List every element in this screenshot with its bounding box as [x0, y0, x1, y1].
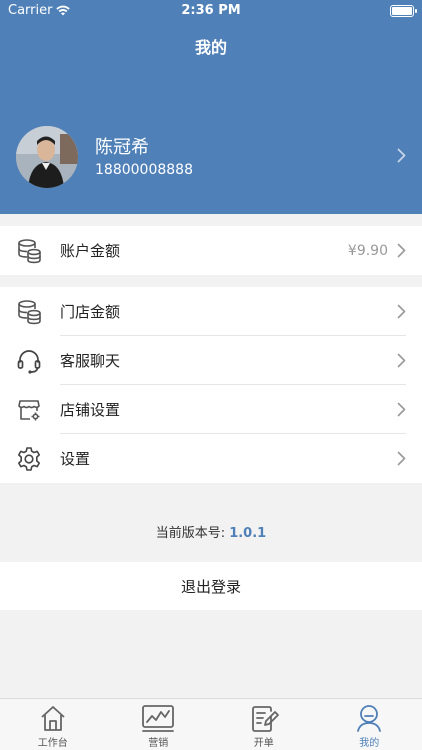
user-name: 陈冠希 [95, 137, 149, 158]
menu-item-label: 店铺设置 [60, 401, 121, 419]
logout-button[interactable]: 退出登录 [0, 562, 422, 610]
chevron-right-icon [397, 304, 406, 319]
profile-header: Carrier 2:36 PM 我的 陈冠希 18800008888 [0, 0, 422, 214]
version-info: 当前版本号: 1.0.1 [0, 522, 422, 541]
tab-label: 我的 [359, 738, 380, 749]
chevron-right-icon [397, 353, 406, 368]
home-icon [41, 706, 65, 731]
edit-note-icon [251, 706, 279, 732]
status-bar: Carrier 2:36 PM [0, 0, 422, 22]
tab-workbench[interactable]: 工作台 [0, 699, 106, 750]
menu-item-label: 客服聊天 [60, 352, 121, 370]
account-card: 账户金额 ¥9.90 [0, 226, 422, 275]
account-balance-row[interactable]: 账户金额 ¥9.90 [0, 226, 422, 275]
gear-icon [18, 447, 40, 471]
battery-icon [390, 5, 417, 17]
version-label: 当前版本号: [155, 526, 226, 541]
version-number: 1.0.1 [229, 526, 267, 541]
chevron-right-icon [397, 451, 406, 466]
menu-item-store-settings[interactable]: 店铺设置 [0, 385, 422, 434]
user-icon [357, 705, 382, 732]
tab-label: 工作台 [37, 738, 68, 749]
headset-icon [17, 350, 41, 374]
menu-card: 门店金额 客服聊天 店铺设置 设置 [0, 287, 422, 483]
chevron-right-icon [397, 402, 406, 417]
user-phone: 18800008888 [95, 162, 193, 178]
menu-item-store-balance[interactable]: 门店金额 [0, 287, 422, 336]
menu-item-customer-chat[interactable]: 客服聊天 [0, 336, 422, 385]
store-settings-icon [18, 400, 40, 421]
account-balance-value: ¥9.90 [347, 242, 388, 259]
page-title: 我的 [194, 38, 227, 57]
tab-label: 营销 [148, 738, 169, 749]
account-balance-label: 账户金额 [60, 242, 121, 260]
database-icon [18, 300, 41, 325]
menu-item-label: 设置 [60, 450, 91, 468]
menu-item-settings[interactable]: 设置 [0, 434, 422, 483]
tab-marketing[interactable]: 营销 [106, 699, 212, 750]
chevron-right-icon [397, 243, 406, 258]
status-time: 2:36 PM [181, 3, 241, 18]
tab-label: 开单 [253, 738, 274, 749]
database-icon [18, 239, 41, 264]
tab-bar: 工作台 营销 开单 我的 [0, 698, 422, 750]
avatar[interactable] [16, 126, 78, 188]
profile-card[interactable]: 陈冠希 18800008888 [16, 126, 422, 190]
tab-mine[interactable]: 我的 [317, 699, 422, 750]
chevron-right-icon [397, 148, 406, 163]
tab-create-order[interactable]: 开单 [211, 699, 317, 750]
chart-icon [142, 705, 175, 732]
menu-item-label: 门店金额 [60, 303, 121, 321]
